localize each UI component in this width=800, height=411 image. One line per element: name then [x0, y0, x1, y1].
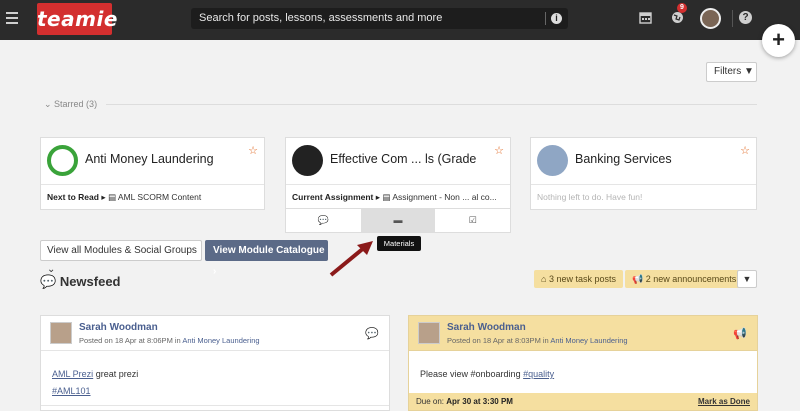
next-to-read-value[interactable]: AML SCORM Content [118, 192, 201, 202]
aml-prezi-link[interactable]: AML Prezi [52, 369, 93, 379]
module-card-header[interactable]: Effective Com ... ls (Grade ☆ [286, 138, 510, 185]
magnifier-thumbnail [47, 145, 78, 176]
post-body: AML Prezi great prezi #AML101 [41, 351, 389, 411]
people-thumbnail [292, 145, 323, 176]
book-icon: ▤ [107, 192, 118, 202]
starred-toggle[interactable]: ⌄ Starred (3) [44, 99, 97, 110]
home-icon: ⌂ [541, 274, 549, 284]
nothing-left-text: Nothing left to do. Have fun! [537, 192, 643, 202]
post-body: Please view #onboarding #quality [409, 351, 757, 398]
starred-divider [106, 104, 757, 105]
module-title[interactable]: Anti Money Laundering [85, 152, 214, 166]
module-title[interactable]: Banking Services [575, 152, 672, 166]
author-name[interactable]: Sarah Woodman [79, 322, 158, 333]
filters-label: Filters [714, 66, 742, 77]
newsfeed-post: Sarah Woodman Posted on 18 Apr at 8:06PM… [40, 315, 390, 411]
module-card-header[interactable]: Banking Services ☆ [531, 138, 756, 185]
author-avatar[interactable] [418, 322, 440, 344]
folder-tab-icon[interactable]: ▬ [360, 209, 436, 232]
globe-icon[interactable] [670, 11, 684, 25]
money-thumbnail [537, 145, 568, 176]
teamie-logo[interactable]: teamie [37, 3, 117, 35]
post-text: great prezi [95, 369, 139, 379]
view-all-label: View all Modules & Social Groups [47, 245, 197, 256]
module-card-footer: Nothing left to do. Have fun! [531, 185, 756, 209]
post-meta: Posted on 18 Apr at 8:03PM in Anti Money… [447, 336, 628, 345]
help-icon[interactable]: ? [739, 11, 752, 24]
newsfeed-filter-button[interactable]: ▼ [737, 270, 757, 288]
announcements-label: 2 new announcements [645, 274, 737, 284]
starred-label: Starred (3) [54, 99, 98, 109]
new-task-posts-button[interactable]: ⌂ 3 new task posts [534, 270, 623, 288]
user-avatar[interactable] [700, 8, 721, 29]
task-posts-label: 3 new task posts [548, 274, 616, 284]
hashtag-link[interactable]: #AML101 [52, 386, 91, 396]
catalogue-label: View Module Catalogue [213, 245, 325, 256]
module-card-tabs: 💬 ▬ ☑ [285, 208, 511, 233]
star-icon[interactable]: ☆ [248, 144, 258, 157]
current-assignment-label: Current Assignment [292, 192, 374, 202]
next-to-read-label: Next to Read [47, 192, 99, 202]
module-card-footer[interactable]: Next to Read ▸ ▤ AML SCORM Content [41, 185, 264, 209]
comment-tab-icon[interactable]: 💬 [286, 209, 361, 232]
author-avatar[interactable] [50, 322, 72, 344]
red-arrow-annotation [329, 241, 373, 277]
post-text: Please view #onboarding [420, 369, 521, 379]
caret-right-icon: ▸ [98, 192, 108, 202]
current-assignment-value[interactable]: Assignment - Non ... al co... [392, 192, 496, 202]
due-value: Apr 30 at 3:30 PM [446, 397, 513, 406]
info-icon[interactable]: i [551, 13, 562, 24]
megaphone-icon: 📢 [632, 274, 646, 284]
star-icon[interactable]: ☆ [494, 144, 504, 157]
post-meta: Posted on 18 Apr at 8:06PM in Anti Money… [79, 336, 260, 345]
view-module-catalogue-button[interactable]: View Module Catalogue › [205, 240, 328, 277]
search-placeholder: Search for posts, lessons, assessments a… [199, 12, 443, 24]
calendar-icon[interactable] [638, 11, 652, 25]
mark-as-done-button[interactable]: Mark as Done [698, 393, 750, 410]
notification-badge: 9 [677, 3, 687, 13]
post-header: Sarah Woodman Posted on 18 Apr at 8:03PM… [409, 316, 757, 351]
hashtag-link[interactable]: #quality [523, 369, 554, 379]
author-name[interactable]: Sarah Woodman [447, 322, 526, 333]
newsfeed-heading: 💬 Newsfeed [40, 274, 121, 290]
post-group-link[interactable]: Anti Money Laundering [182, 336, 259, 345]
star-icon[interactable]: ☆ [740, 144, 750, 157]
new-announcements-button[interactable]: 📢 2 new announcements [625, 270, 744, 288]
megaphone-icon: 📢 [733, 328, 747, 340]
search-divider [545, 12, 546, 25]
topbar-divider [732, 10, 733, 27]
chevron-right-icon: › [213, 266, 217, 277]
module-card-footer[interactable]: Current Assignment ▸ ▤ Assignment - Non … [286, 185, 510, 209]
post-header: Sarah Woodman Posted on 18 Apr at 8:06PM… [41, 316, 389, 351]
post-timestamp: Posted on 18 Apr at 8:06PM in [79, 336, 181, 345]
newsfeed-title: Newsfeed [59, 274, 121, 289]
module-card-banking-services[interactable]: Banking Services ☆ Nothing left to do. H… [530, 137, 757, 210]
filters-button[interactable]: Filters ▼ [706, 62, 757, 82]
checkbox-tab-icon[interactable]: ☑ [435, 209, 510, 232]
plus-icon[interactable]: + [762, 24, 795, 57]
view-all-modules-button[interactable]: View all Modules & Social Groups ⌄ [40, 240, 202, 275]
module-card-effective-communication[interactable]: Effective Com ... ls (Grade ☆ Current As… [285, 137, 511, 210]
menu-icon[interactable] [6, 12, 18, 24]
comments-icon: 💬 [40, 274, 60, 289]
module-card-anti-money-laundering[interactable]: Anti Money Laundering ☆ Next to Read ▸ ▤… [40, 137, 265, 210]
post-group-link[interactable]: Anti Money Laundering [550, 336, 627, 345]
document-icon: ▤ [382, 192, 393, 202]
funnel-icon: ▼ [744, 66, 754, 77]
search-input[interactable]: Search for posts, lessons, assessments a… [191, 8, 568, 29]
chevron-down-icon: ⌄ [44, 99, 55, 109]
due-bar: Due on: Apr 30 at 3:30 PM Mark as Done [409, 393, 757, 410]
announcement-post: Sarah Woodman Posted on 18 Apr at 8:03PM… [408, 315, 758, 411]
post-footer [41, 405, 389, 410]
post-timestamp: Posted on 18 Apr at 8:03PM in [447, 336, 549, 345]
due-label: Due on: [416, 397, 445, 406]
module-card-header[interactable]: Anti Money Laundering ☆ [41, 138, 264, 185]
top-navigation-bar: teamie Search for posts, lessons, assess… [0, 0, 800, 40]
module-title[interactable]: Effective Com ... ls (Grade [330, 152, 476, 166]
comment-icon: 💬 [365, 328, 379, 340]
